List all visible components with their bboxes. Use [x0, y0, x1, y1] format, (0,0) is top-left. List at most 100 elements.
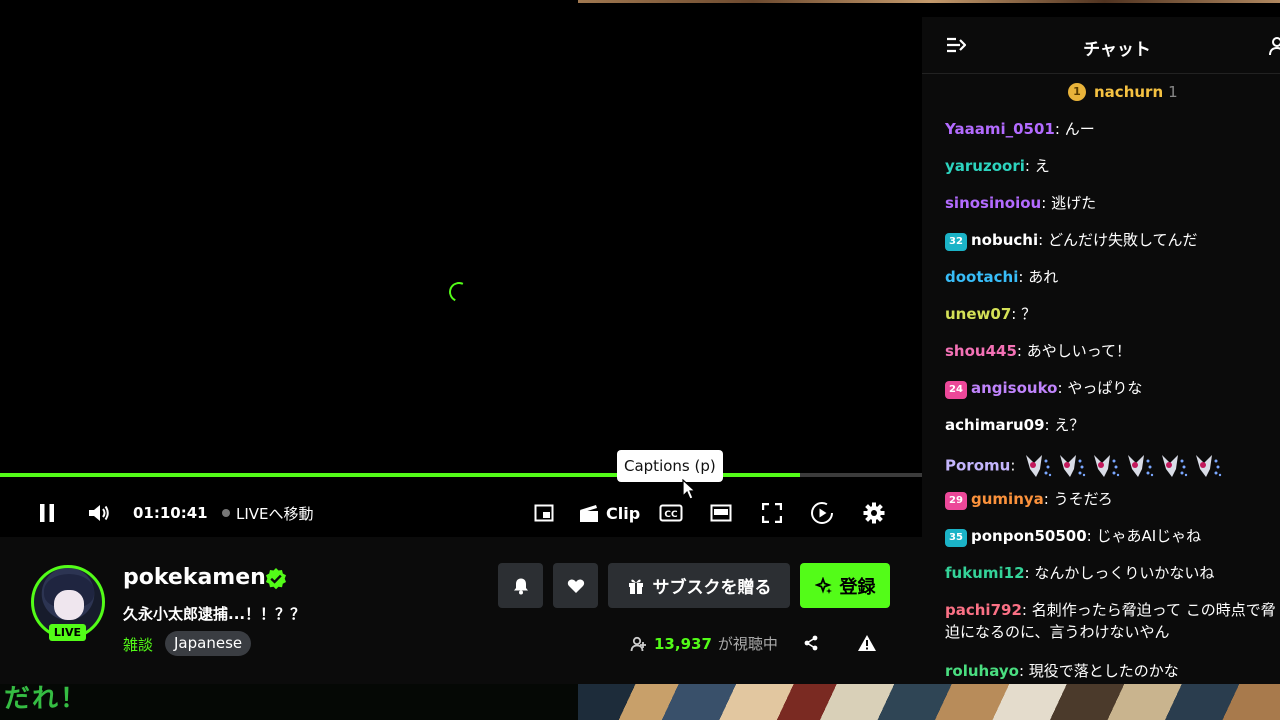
mini-player-icon: [534, 504, 554, 522]
chat-message: 35 ponpon50500: じゃあAIじゃね: [945, 525, 1280, 547]
chat-message: yaruzoori: え: [945, 157, 1050, 175]
clapperboard-icon: [580, 505, 598, 522]
chat-message: unew07: ？: [945, 305, 1037, 323]
chat-message-text: やっぱりな: [1067, 379, 1143, 397]
mini-player-button[interactable]: [531, 492, 557, 534]
share-icon[interactable]: [803, 635, 819, 651]
stream-title: 久永小太郎逮捕...！！？？: [123, 605, 306, 623]
go-to-live-button[interactable]: LIVEへ移動: [222, 492, 314, 534]
chat-username[interactable]: ponpon50500: [971, 527, 1087, 545]
chat-message-text: え: [1034, 157, 1050, 175]
chat-message: fukumi12: なんかしっくりいかないね: [945, 564, 1215, 582]
viewers-icon: [630, 636, 646, 651]
chat-username[interactable]: nobuchi: [971, 231, 1038, 249]
live-status-dot: [222, 509, 230, 517]
theater-mode-icon: [710, 504, 732, 522]
fullscreen-icon: [762, 503, 782, 523]
subscriber-badge-icon: 24: [945, 381, 967, 399]
chat-username[interactable]: pachi792: [945, 601, 1022, 619]
notifications-button[interactable]: [498, 563, 543, 608]
chat-username[interactable]: Poromu: [945, 457, 1010, 475]
chat-message: 29 guminya: うそだろ: [945, 488, 1280, 510]
chat-username[interactable]: achimaru09: [945, 416, 1045, 434]
closed-captions-icon: CC: [659, 504, 683, 522]
pause-icon: [40, 504, 54, 522]
chat-username[interactable]: guminya: [971, 490, 1044, 508]
chat-message-text: どんだけ失敗してんだ: [1047, 231, 1198, 249]
chat-username[interactable]: sinosinoiou: [945, 194, 1041, 212]
background-overlay-text: だれ！: [0, 684, 578, 720]
loading-spinner-icon: [446, 279, 472, 305]
chat-message: roluhayo: 現役で落としたのかな: [945, 662, 1179, 680]
chat-emote-icon: [1196, 455, 1222, 477]
chat-message: achimaru09: え？: [945, 416, 1085, 434]
gifter-rank-badge: 1: [1068, 83, 1086, 101]
volume-icon: [89, 505, 109, 521]
gifter-count: 1: [1168, 83, 1178, 101]
subscriber-badge-icon: 29: [945, 492, 967, 510]
gear-icon: [863, 502, 885, 524]
channel-name[interactable]: pokekamen: [123, 565, 266, 590]
bell-icon: [513, 578, 528, 594]
chat-username[interactable]: shou445: [945, 342, 1017, 360]
chat-header: チャット: [922, 17, 1280, 74]
pause-button[interactable]: [32, 492, 62, 534]
chat-message-text: うそだろ: [1053, 490, 1113, 508]
chat-emote-icon: [1094, 455, 1120, 477]
chat-username[interactable]: Yaaami_0501: [945, 120, 1055, 138]
background-collage: [578, 684, 1280, 720]
chat-emote-icon: [1060, 455, 1086, 477]
favorite-button[interactable]: [553, 563, 598, 608]
stream-category-link[interactable]: 雑談: [123, 634, 153, 655]
chat-message: pachi792: 名刺作ったら脅迫って この時点で脅迫になるのに、言うわけない…: [945, 601, 1276, 641]
chat-message-text: あやしいって！: [1026, 342, 1131, 360]
chat-message: shou445: あやしいって！: [945, 342, 1131, 360]
chat-message-text: え？: [1054, 416, 1085, 434]
chat-panel: チャット 1 nachurn 1 Yaaami_0501: んー yaruzoor…: [922, 17, 1280, 684]
chat-title: チャット: [1083, 40, 1151, 60]
report-warning-icon[interactable]: [857, 634, 877, 652]
clip-button[interactable]: Clip: [578, 492, 640, 534]
subscriber-badge-icon: 32: [945, 233, 967, 251]
autoplay-button[interactable]: [808, 492, 836, 534]
settings-button[interactable]: [861, 492, 887, 534]
fullscreen-button[interactable]: [759, 492, 785, 534]
viewer-count: 13,937 が視聴中: [630, 633, 778, 654]
gifter-username: nachurn: [1094, 83, 1164, 101]
chat-username[interactable]: fukumi12: [945, 564, 1025, 582]
pinned-gifter[interactable]: 1 nachurn 1: [1068, 83, 1178, 101]
chat-emote-icon: [1128, 455, 1154, 477]
chat-message: Poromu:: [945, 451, 1280, 481]
captions-button[interactable]: CC: [657, 492, 685, 534]
gift-subscription-button[interactable]: サブスクを贈る: [608, 563, 790, 608]
chat-message: 32 nobuchi: どんだけ失敗してんだ: [945, 229, 1280, 251]
follow-button[interactable]: 登録: [800, 563, 890, 608]
chat-username[interactable]: yaruzoori: [945, 157, 1025, 175]
chat-users-icon[interactable]: [1268, 36, 1280, 56]
chat-message-text: ？: [1021, 305, 1037, 323]
captions-tooltip: Captions (p): [617, 450, 723, 482]
chat-message: dootachi: あれ: [945, 268, 1059, 286]
seek-bar[interactable]: [0, 473, 922, 477]
heart-icon: [567, 578, 584, 593]
chat-username[interactable]: angisouko: [971, 379, 1057, 397]
player-controls: 01:10:41 LIVEへ移動 Clip CC: [0, 492, 922, 534]
live-badge: LIVE: [49, 624, 86, 641]
chat-username[interactable]: roluhayo: [945, 662, 1019, 680]
theater-mode-button[interactable]: [708, 492, 734, 534]
playback-time: 01:10:41: [133, 504, 208, 522]
play-circle-icon: [811, 502, 833, 524]
chat-message-text: あれ: [1028, 268, 1059, 286]
svg-text:CC: CC: [664, 510, 678, 520]
chat-message-text: なんかしっくりいかないね: [1034, 564, 1215, 582]
gift-icon: [628, 579, 643, 594]
chat-message: sinosinoiou: 逃げた: [945, 194, 1097, 212]
volume-button[interactable]: [85, 492, 113, 534]
chat-username[interactable]: dootachi: [945, 268, 1018, 286]
chat-message-text: 現役で落としたのかな: [1028, 662, 1179, 680]
background-artwork-top: [578, 0, 1280, 3]
language-tag[interactable]: Japanese: [165, 631, 252, 656]
chat-username[interactable]: unew07: [945, 305, 1011, 323]
chat-message-text: んー: [1064, 120, 1095, 138]
video-player[interactable]: Captions (p) 01:10:41 LIVEへ移動 Clip CC: [0, 17, 922, 537]
